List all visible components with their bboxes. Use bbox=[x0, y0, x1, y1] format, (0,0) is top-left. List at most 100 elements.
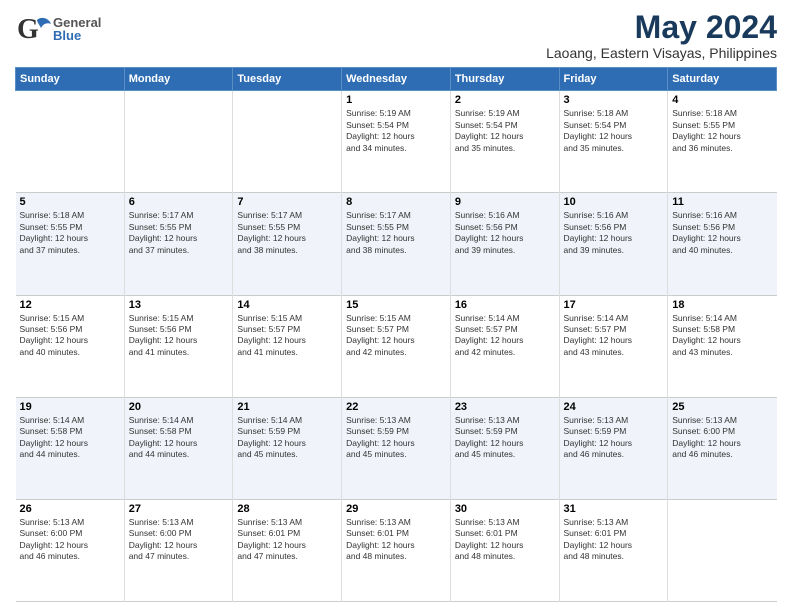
calendar-cell: 10Sunrise: 5:16 AM Sunset: 5:56 PM Dayli… bbox=[559, 193, 668, 295]
date-number: 30 bbox=[455, 503, 555, 515]
date-number: 20 bbox=[129, 401, 229, 413]
date-number: 15 bbox=[346, 299, 446, 311]
calendar-cell: 26 Sunrise: 5:13 AM Sunset: 6:00 PM Dayli… bbox=[16, 499, 125, 601]
logo-name: General Blue bbox=[53, 16, 101, 42]
calendar-cell bbox=[124, 91, 233, 193]
logo-blue-text: Blue bbox=[53, 29, 101, 42]
cell-info: Sunrise: 5:15 AM Sunset: 5:56 PM Dayligh… bbox=[20, 313, 120, 359]
calendar-cell: 14 Sunrise: 5:15 AM Sunset: 5:57 PM Dayli… bbox=[233, 295, 342, 397]
calendar-cell: 25 Sunrise: 5:13 AM Sunset: 6:00 PM Dayli… bbox=[668, 397, 777, 499]
date-number: 13 bbox=[129, 299, 229, 311]
calendar-cell: 11 Sunrise: 5:16 AM Sunset: 5:56 PM Dayli… bbox=[668, 193, 777, 295]
cell-info: Sunrise: 5:17 AM Sunset: 5:55 PM Dayligh… bbox=[346, 210, 446, 256]
date-number: 4 bbox=[672, 94, 772, 106]
calendar-cell: 9 Sunrise: 5:16 AM Sunset: 5:56 PM Daylig… bbox=[450, 193, 559, 295]
cell-info: Sunrise: 5:13 AM Sunset: 6:01 PM Dayligh… bbox=[455, 517, 555, 563]
calendar-cell: 23 Sunrise: 5:13 AM Sunset: 5:59 PM Dayli… bbox=[450, 397, 559, 499]
cell-info: Sunrise: 5:18 AM Sunset: 5:54 PM Dayligh… bbox=[564, 108, 664, 154]
calendar-cell: 4 Sunrise: 5:18 AM Sunset: 5:55 PM Daylig… bbox=[668, 91, 777, 193]
date-number: 25 bbox=[672, 401, 772, 413]
date-number: 9 bbox=[455, 196, 555, 208]
date-number: 6 bbox=[129, 196, 229, 208]
cell-info: Sunrise: 5:17 AM Sunset: 5:55 PM Dayligh… bbox=[129, 210, 229, 256]
cell-info: Sunrise: 5:13 AM Sunset: 5:59 PM Dayligh… bbox=[455, 415, 555, 461]
calendar-cell: 31 Sunrise: 5:13 AM Sunset: 6:01 PM Dayli… bbox=[559, 499, 668, 601]
col-tuesday: Tuesday bbox=[233, 68, 342, 91]
date-number: 8 bbox=[346, 196, 446, 208]
cell-info: Sunrise: 5:19 AM Sunset: 5:54 PM Dayligh… bbox=[455, 108, 555, 154]
date-number: 24 bbox=[564, 401, 664, 413]
cell-info: Sunrise: 5:17 AM Sunset: 5:55 PM Dayligh… bbox=[237, 210, 337, 256]
calendar-week-row: 12 Sunrise: 5:15 AM Sunset: 5:56 PM Dayli… bbox=[16, 295, 777, 397]
calendar-cell: 2Sunrise: 5:19 AM Sunset: 5:54 PM Daylig… bbox=[450, 91, 559, 193]
date-number: 18 bbox=[672, 299, 772, 311]
calendar-cell: 13 Sunrise: 5:15 AM Sunset: 5:56 PM Dayli… bbox=[124, 295, 233, 397]
logo-line: G General Blue bbox=[15, 10, 101, 48]
cell-info: Sunrise: 5:18 AM Sunset: 5:55 PM Dayligh… bbox=[20, 210, 120, 256]
cell-info: Sunrise: 5:15 AM Sunset: 5:57 PM Dayligh… bbox=[346, 313, 446, 359]
calendar-cell: 19 Sunrise: 5:14 AM Sunset: 5:58 PM Dayli… bbox=[16, 397, 125, 499]
cell-info: Sunrise: 5:13 AM Sunset: 5:59 PM Dayligh… bbox=[346, 415, 446, 461]
cell-info: Sunrise: 5:13 AM Sunset: 6:01 PM Dayligh… bbox=[564, 517, 664, 563]
date-number: 12 bbox=[20, 299, 120, 311]
cell-info: Sunrise: 5:14 AM Sunset: 5:58 PM Dayligh… bbox=[20, 415, 120, 461]
header: G General Blue May 2024 Laoang, Eastern … bbox=[15, 10, 777, 61]
cell-info: Sunrise: 5:14 AM Sunset: 5:59 PM Dayligh… bbox=[237, 415, 337, 461]
calendar-cell: 24Sunrise: 5:13 AM Sunset: 5:59 PM Dayli… bbox=[559, 397, 668, 499]
date-number: 21 bbox=[237, 401, 337, 413]
calendar-cell: 27Sunrise: 5:13 AM Sunset: 6:00 PM Dayli… bbox=[124, 499, 233, 601]
date-number: 31 bbox=[564, 503, 664, 515]
cell-info: Sunrise: 5:14 AM Sunset: 5:57 PM Dayligh… bbox=[455, 313, 555, 359]
calendar-cell: 7 Sunrise: 5:17 AM Sunset: 5:55 PM Daylig… bbox=[233, 193, 342, 295]
calendar-week-row: 5Sunrise: 5:18 AM Sunset: 5:55 PM Daylig… bbox=[16, 193, 777, 295]
cell-info: Sunrise: 5:13 AM Sunset: 6:01 PM Dayligh… bbox=[346, 517, 446, 563]
cell-info: Sunrise: 5:14 AM Sunset: 5:58 PM Dayligh… bbox=[129, 415, 229, 461]
calendar-table: Sunday Monday Tuesday Wednesday Thursday… bbox=[15, 67, 777, 602]
cell-info: Sunrise: 5:13 AM Sunset: 6:01 PM Dayligh… bbox=[237, 517, 337, 563]
calendar-week-row: 1 Sunrise: 5:19 AM Sunset: 5:54 PM Daylig… bbox=[16, 91, 777, 193]
calendar-cell: 12 Sunrise: 5:15 AM Sunset: 5:56 PM Dayli… bbox=[16, 295, 125, 397]
cell-info: Sunrise: 5:13 AM Sunset: 6:00 PM Dayligh… bbox=[20, 517, 120, 563]
calendar-cell: 15 Sunrise: 5:15 AM Sunset: 5:57 PM Dayli… bbox=[342, 295, 451, 397]
calendar-cell: 5Sunrise: 5:18 AM Sunset: 5:55 PM Daylig… bbox=[16, 193, 125, 295]
calendar-header-row: Sunday Monday Tuesday Wednesday Thursday… bbox=[16, 68, 777, 91]
date-number: 23 bbox=[455, 401, 555, 413]
col-saturday: Saturday bbox=[668, 68, 777, 91]
calendar-cell: 8 Sunrise: 5:17 AM Sunset: 5:55 PM Daylig… bbox=[342, 193, 451, 295]
date-number: 11 bbox=[672, 196, 772, 208]
calendar-cell: 20 Sunrise: 5:14 AM Sunset: 5:58 PM Dayli… bbox=[124, 397, 233, 499]
cell-info: Sunrise: 5:13 AM Sunset: 6:00 PM Dayligh… bbox=[672, 415, 772, 461]
date-number: 17 bbox=[564, 299, 664, 311]
cell-info: Sunrise: 5:16 AM Sunset: 5:56 PM Dayligh… bbox=[564, 210, 664, 256]
cell-info: Sunrise: 5:14 AM Sunset: 5:57 PM Dayligh… bbox=[564, 313, 664, 359]
date-number: 27 bbox=[129, 503, 229, 515]
calendar-cell bbox=[16, 91, 125, 193]
cell-info: Sunrise: 5:16 AM Sunset: 5:56 PM Dayligh… bbox=[672, 210, 772, 256]
subtitle: Laoang, Eastern Visayas, Philippines bbox=[546, 45, 777, 61]
cell-info: Sunrise: 5:15 AM Sunset: 5:57 PM Dayligh… bbox=[237, 313, 337, 359]
cell-info: Sunrise: 5:16 AM Sunset: 5:56 PM Dayligh… bbox=[455, 210, 555, 256]
date-number: 19 bbox=[20, 401, 120, 413]
date-number: 26 bbox=[20, 503, 120, 515]
title-block: May 2024 Laoang, Eastern Visayas, Philip… bbox=[546, 10, 777, 61]
page: G General Blue May 2024 Laoang, Eastern … bbox=[0, 0, 792, 612]
date-number: 29 bbox=[346, 503, 446, 515]
calendar-cell: 17 Sunrise: 5:14 AM Sunset: 5:57 PM Dayli… bbox=[559, 295, 668, 397]
date-number: 14 bbox=[237, 299, 337, 311]
col-thursday: Thursday bbox=[450, 68, 559, 91]
cell-info: Sunrise: 5:19 AM Sunset: 5:54 PM Dayligh… bbox=[346, 108, 446, 154]
calendar-cell: 28Sunrise: 5:13 AM Sunset: 6:01 PM Dayli… bbox=[233, 499, 342, 601]
date-number: 22 bbox=[346, 401, 446, 413]
date-number: 7 bbox=[237, 196, 337, 208]
calendar-cell bbox=[668, 499, 777, 601]
col-wednesday: Wednesday bbox=[342, 68, 451, 91]
cell-info: Sunrise: 5:18 AM Sunset: 5:55 PM Dayligh… bbox=[672, 108, 772, 154]
calendar-cell: 21 Sunrise: 5:14 AM Sunset: 5:59 PM Dayli… bbox=[233, 397, 342, 499]
date-number: 16 bbox=[455, 299, 555, 311]
col-friday: Friday bbox=[559, 68, 668, 91]
col-monday: Monday bbox=[124, 68, 233, 91]
cell-info: Sunrise: 5:15 AM Sunset: 5:56 PM Dayligh… bbox=[129, 313, 229, 359]
date-number: 1 bbox=[346, 94, 446, 106]
svg-text:G: G bbox=[17, 14, 39, 45]
calendar-cell: 30 Sunrise: 5:13 AM Sunset: 6:01 PM Dayli… bbox=[450, 499, 559, 601]
